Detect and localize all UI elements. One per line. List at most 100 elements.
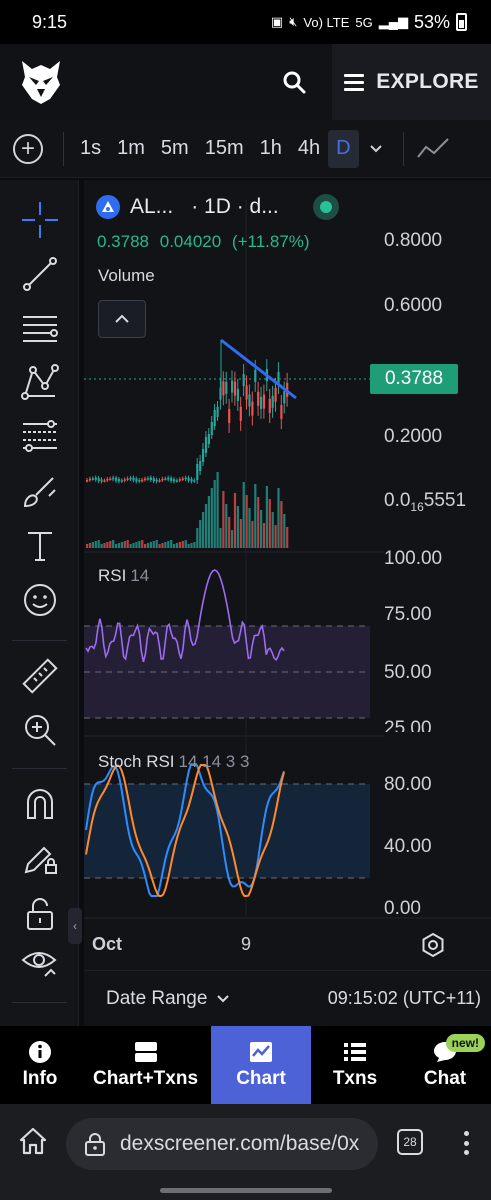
timeframe-15m[interactable]: 15m	[197, 130, 252, 168]
dexscreener-logo-icon[interactable]	[20, 59, 62, 105]
fib-tool[interactable]	[20, 416, 60, 456]
timeframe-1m[interactable]: 1m	[109, 130, 153, 168]
status-icons: ▣ 🔇︎ Vo) LTE 5G ▂▄▆ 53%	[271, 12, 467, 33]
volume-bar	[146, 543, 150, 548]
trendline-tool[interactable]	[20, 254, 60, 294]
volume-bar	[207, 496, 210, 548]
collapse-legend-button[interactable]	[98, 300, 146, 338]
address-bar[interactable]: dexscreener.com/base/0x	[66, 1118, 378, 1170]
lock-drawings-tool[interactable]	[20, 838, 60, 878]
horizontal-lines-icon	[23, 316, 58, 342]
candle-body	[239, 406, 242, 421]
explore-button[interactable]: EXPLORE	[332, 44, 491, 120]
volume-bar	[158, 544, 161, 548]
brush-icon	[23, 477, 56, 508]
rsi-label[interactable]: RSI 14	[98, 566, 149, 586]
stoch-axis-label: 80.00	[384, 774, 432, 795]
add-indicator-button[interactable]: +	[13, 133, 43, 164]
nav-txns-label: Txns	[332, 1068, 378, 1089]
price-axis-small-sub: 16	[410, 499, 424, 514]
info-icon	[29, 1041, 51, 1063]
candle-body	[233, 381, 237, 396]
candle-body	[271, 395, 274, 408]
collapse-toolbar-button[interactable]: ‹	[68, 908, 82, 944]
timezone-clock[interactable]: 09:15:02 (UTC+11)	[328, 988, 481, 1009]
nav-txns[interactable]: Txns	[311, 1026, 399, 1104]
battery-percent: 53%	[413, 11, 450, 32]
candle-body	[260, 396, 263, 409]
candle-body	[242, 374, 245, 387]
home-icon[interactable]	[18, 1126, 48, 1156]
volume-bar	[222, 491, 225, 548]
chart-legend[interactable]: AL... · 1D · d...	[96, 194, 339, 220]
candle-body	[228, 408, 231, 423]
price-axis-small-base: 0.0	[384, 490, 411, 511]
rsi-params: 14	[130, 566, 150, 585]
volume-bar	[286, 527, 289, 548]
volume-bar	[170, 540, 173, 548]
nav-info[interactable]: Info	[0, 1026, 80, 1104]
date-range-button[interactable]: Date Range	[106, 988, 230, 1010]
chart-type-line-icon[interactable]	[416, 137, 450, 161]
chart-settings-icon[interactable]	[420, 932, 446, 958]
pair-name: AL...	[130, 195, 174, 218]
price-axis-label: 0.8000	[384, 230, 443, 251]
candle-body	[117, 479, 121, 482]
candle-body	[94, 477, 97, 480]
candle-body	[190, 478, 193, 482]
timeframe-1s[interactable]: 1s	[72, 130, 109, 168]
timeframe-5m[interactable]: 5m	[153, 130, 197, 168]
timeframe-d[interactable]: D	[328, 129, 359, 168]
emoji-tool[interactable]	[20, 580, 60, 620]
candle-body	[173, 479, 176, 482]
candle-body	[248, 394, 251, 407]
text-tool[interactable]	[20, 526, 60, 566]
volume-bar	[129, 544, 132, 548]
tab-switcher-button[interactable]: 28	[397, 1129, 423, 1155]
list-icon	[344, 1043, 366, 1061]
chevron-down-icon[interactable]	[369, 141, 383, 157]
zoom-tool[interactable]	[20, 710, 60, 750]
visibility-tool[interactable]	[20, 942, 60, 982]
volume-bar	[109, 541, 112, 548]
candle-body	[132, 477, 135, 481]
nav-chat[interactable]: new! Chat	[399, 1026, 491, 1104]
candle-body	[120, 480, 123, 482]
zoom-in-icon	[25, 715, 56, 746]
toolbar-divider	[12, 768, 67, 769]
candle-body	[283, 391, 286, 404]
nav-chart-txns[interactable]: Chart+Txns	[80, 1026, 211, 1104]
parallel-channel-tool[interactable]	[20, 308, 60, 348]
candle-body	[178, 479, 181, 481]
candle-body	[280, 405, 283, 420]
split-view-icon	[134, 1042, 157, 1062]
volume-bar	[175, 543, 179, 548]
timeframe-1h[interactable]: 1h	[252, 130, 290, 168]
volume-bar	[257, 497, 260, 548]
search-button[interactable]	[266, 58, 322, 106]
measure-tool[interactable]	[20, 656, 60, 696]
candle-body	[245, 385, 248, 400]
magnet-tool[interactable]	[20, 784, 60, 824]
nav-chart[interactable]: Chart	[211, 1026, 311, 1104]
rsi-axis-label: 75.00	[384, 604, 432, 625]
lock-icon[interactable]	[84, 1132, 106, 1156]
pattern-tool[interactable]	[20, 362, 60, 402]
crosshair-tool[interactable]	[20, 200, 60, 240]
candle-body	[202, 449, 205, 462]
candle-body	[216, 407, 219, 417]
stoch-rsi-label[interactable]: Stoch RSI 14 14 3 3	[98, 752, 249, 772]
eye-icon	[21, 952, 57, 977]
volume-bar	[149, 542, 152, 548]
candle-body	[254, 369, 257, 382]
candle-body	[86, 480, 89, 482]
volume-bar	[100, 544, 103, 548]
status-time: 9:15	[32, 11, 68, 32]
timeframe-4h[interactable]: 4h	[290, 130, 328, 168]
chart-area[interactable]: AL... · 1D · d... 0.3788 0.04020 (+11.87…	[84, 180, 491, 1026]
brush-tool[interactable]	[20, 472, 60, 512]
more-options-icon[interactable]	[456, 1128, 476, 1158]
volume-bar	[277, 488, 280, 548]
lock-tool[interactable]	[20, 894, 60, 934]
menu-icon	[344, 70, 365, 95]
